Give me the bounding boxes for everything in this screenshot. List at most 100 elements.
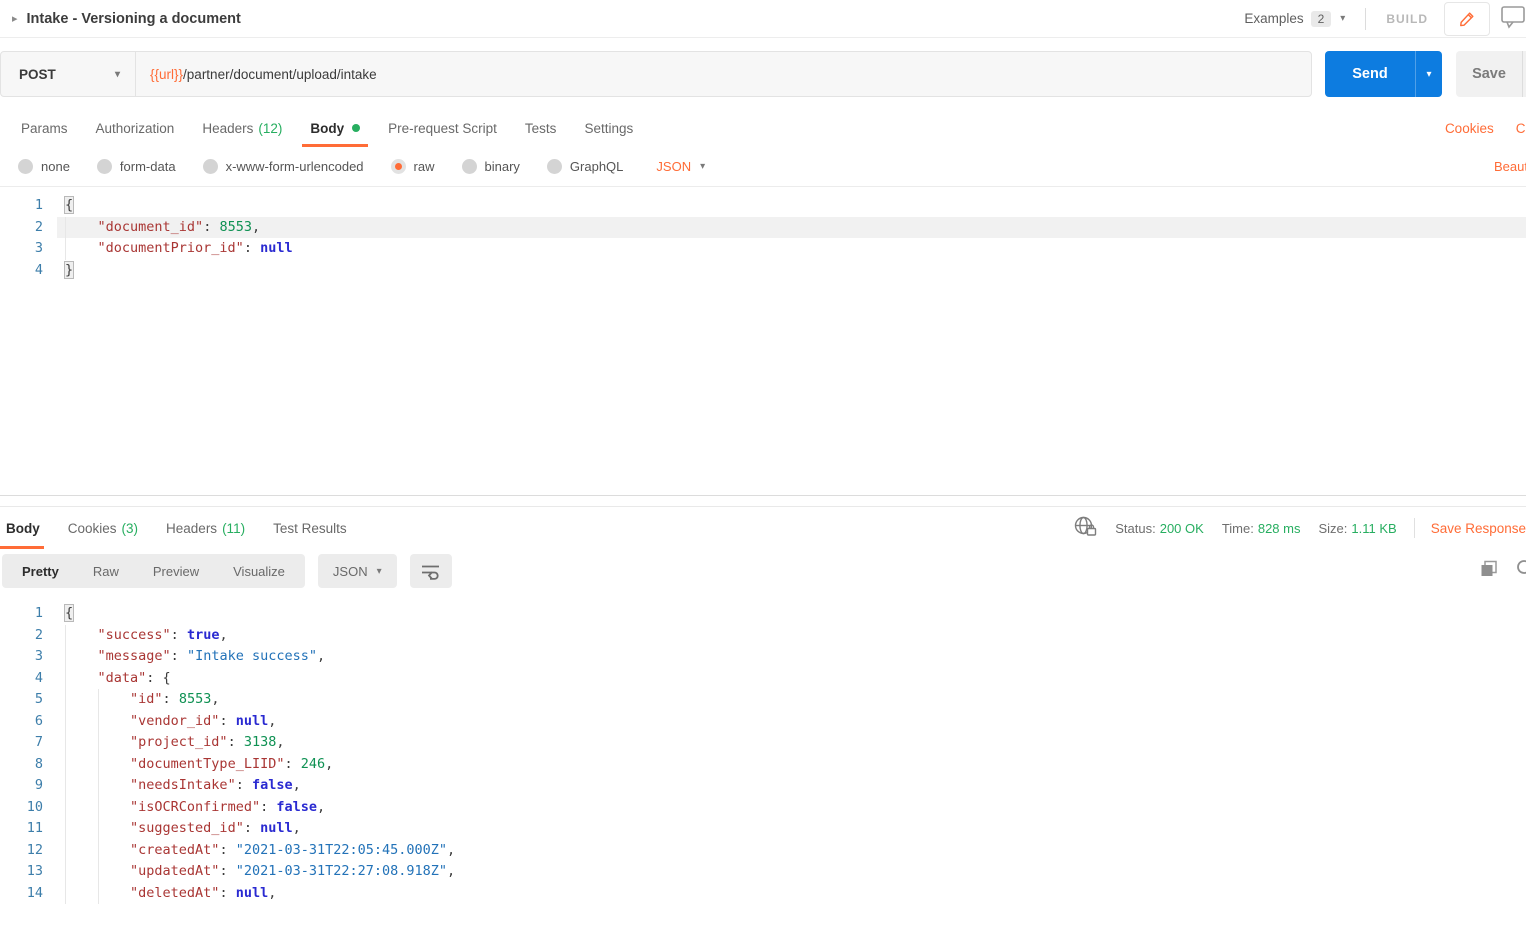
body-mode-x-www-form-urlencoded[interactable]: x-www-form-urlencoded: [203, 159, 364, 174]
edit-button[interactable]: [1444, 2, 1490, 36]
body-mode-raw[interactable]: raw: [391, 159, 435, 174]
line-content: "deletedAt": null,: [57, 883, 1526, 905]
code-line[interactable]: 4}: [0, 260, 1526, 282]
url-input[interactable]: {{url}}/partner/document/upload/intake: [136, 52, 377, 96]
tab-count: (12): [258, 121, 282, 136]
comment-icon[interactable]: [1500, 3, 1526, 34]
code-line[interactable]: 1{: [0, 195, 1526, 217]
indent-guide: [98, 732, 99, 754]
indent-guide: [65, 711, 66, 733]
code-line[interactable]: 12 "createdAt": "2021-03-31T22:05:45.000…: [0, 840, 1526, 862]
view-tab-pretty[interactable]: Pretty: [5, 564, 76, 579]
line-number: 1: [0, 195, 57, 217]
tab-headers[interactable]: Headers(12): [188, 109, 296, 147]
stat-value: 1.11 KB: [1351, 521, 1396, 536]
send-options-caret[interactable]: ▾: [1415, 51, 1442, 97]
code-line[interactable]: 3 "message": "Intake success",: [0, 646, 1526, 668]
code-line[interactable]: 13 "updatedAt": "2021-03-31T22:27:08.918…: [0, 861, 1526, 883]
tab-count: (3): [122, 521, 139, 536]
cookies-link[interactable]: Cookies: [1445, 121, 1494, 136]
code-line[interactable]: 7 "project_id": 3138,: [0, 732, 1526, 754]
tab-label: Params: [21, 121, 68, 136]
tab-count: (11): [222, 521, 245, 536]
chevron-down-icon[interactable]: ▾: [1340, 13, 1345, 24]
request-tabs: Params AuthorizationHeaders(12)BodyPre-re…: [0, 109, 1526, 147]
tab-label: Tests: [525, 121, 557, 136]
line-content: "updatedAt": "2021-03-31T22:27:08.918Z",: [57, 861, 1526, 883]
tab-pre-request-script[interactable]: Pre-request Script: [374, 109, 511, 147]
save-response-link[interactable]: Save Response: [1431, 521, 1526, 536]
save-button-group: Save ▾: [1456, 51, 1526, 97]
tab-body[interactable]: Body: [296, 109, 374, 147]
line-number: 14: [0, 883, 57, 905]
code-line[interactable]: 11 "suggested_id": null,: [0, 818, 1526, 840]
view-tab-preview[interactable]: Preview: [136, 564, 216, 579]
examples-dropdown[interactable]: Examples: [1244, 11, 1303, 26]
code-line[interactable]: 6 "vendor_id": null,: [0, 711, 1526, 733]
line-number: 5: [0, 689, 57, 711]
chevron-down-icon[interactable]: ▾: [700, 161, 705, 172]
tab-label: Body: [6, 521, 40, 536]
search-button[interactable]: [1516, 559, 1526, 583]
line-content: "documentType_LIID": 246,: [57, 754, 1526, 776]
body-mode-none[interactable]: none: [18, 159, 70, 174]
examples-count-badge: 2: [1311, 11, 1332, 27]
pane-splitter[interactable]: [0, 495, 1526, 507]
body-mode-form-data[interactable]: form-data: [97, 159, 176, 174]
code-line[interactable]: 5 "id": 8553,: [0, 689, 1526, 711]
code-link[interactable]: Code: [1516, 121, 1526, 136]
network-globe-icon[interactable]: [1074, 516, 1097, 540]
indent-guide: [65, 818, 66, 840]
divider: [1414, 518, 1415, 538]
stat-label: Status:: [1115, 521, 1155, 536]
code-line[interactable]: 2 "document_id": 8553,: [0, 217, 1526, 239]
tab-tests[interactable]: Tests: [511, 109, 571, 147]
code-line[interactable]: 10 "isOCRConfirmed": false,: [0, 797, 1526, 819]
response-tab-body[interactable]: Body: [0, 507, 54, 549]
view-tab-raw[interactable]: Raw: [76, 564, 136, 579]
copy-button[interactable]: [1480, 560, 1498, 583]
code-line[interactable]: 1{: [0, 603, 1526, 625]
collapse-caret-icon[interactable]: ▸: [12, 12, 18, 25]
save-options-caret[interactable]: ▾: [1522, 51, 1526, 97]
code-line[interactable]: 2 "success": true,: [0, 625, 1526, 647]
code-line[interactable]: 3 "documentPrior_id": null: [0, 238, 1526, 260]
line-number: 13: [0, 861, 57, 883]
line-content: }: [57, 260, 1526, 282]
request-language-select[interactable]: JSON: [656, 159, 691, 174]
wrap-text-button[interactable]: [410, 554, 452, 588]
view-tab-visualize[interactable]: Visualize: [216, 564, 302, 579]
line-number: 4: [0, 668, 57, 690]
line-number: 3: [0, 646, 57, 668]
indent-guide: [98, 775, 99, 797]
tab-settings[interactable]: Settings: [570, 109, 647, 147]
indent-guide: [65, 689, 66, 711]
send-button[interactable]: Send: [1325, 51, 1415, 97]
line-number: 2: [0, 625, 57, 647]
save-button[interactable]: Save: [1456, 51, 1522, 97]
code-line[interactable]: 9 "needsIntake": false,: [0, 775, 1526, 797]
indent-guide: [65, 646, 66, 668]
body-mode-binary[interactable]: binary: [462, 159, 520, 174]
request-body-editor[interactable]: 1{2 "document_id": 8553,3 "documentPrior…: [0, 187, 1526, 495]
line-number: 3: [0, 238, 57, 260]
beautify-link[interactable]: Beautify: [1494, 159, 1526, 174]
response-language-select[interactable]: JSON ▾: [318, 554, 397, 588]
tab-params[interactable]: Params: [7, 109, 82, 147]
stat-value: 828 ms: [1258, 521, 1301, 536]
line-content: "id": 8553,: [57, 689, 1526, 711]
wrap-text-icon: [421, 563, 441, 580]
indent-guide: [65, 668, 66, 690]
response-body-editor[interactable]: 1{2 "success": true,3 "message": "Intake…: [0, 595, 1526, 907]
chevron-down-icon: ▾: [377, 566, 382, 577]
code-line[interactable]: 4 "data": {: [0, 668, 1526, 690]
body-mode-GraphQL[interactable]: GraphQL: [547, 159, 623, 174]
response-tab-cookies[interactable]: Cookies(3): [54, 507, 152, 549]
method-select[interactable]: POST ▾: [1, 52, 136, 96]
code-line[interactable]: 8 "documentType_LIID": 246,: [0, 754, 1526, 776]
response-toolbar: PrettyRawPreviewVisualize JSON ▾: [2, 554, 1526, 588]
tab-authorization[interactable]: Authorization: [82, 109, 189, 147]
response-tab-headers[interactable]: Headers(11): [152, 507, 259, 549]
response-tab-test-results[interactable]: Test Results: [259, 507, 361, 549]
code-line[interactable]: 14 "deletedAt": null,: [0, 883, 1526, 905]
